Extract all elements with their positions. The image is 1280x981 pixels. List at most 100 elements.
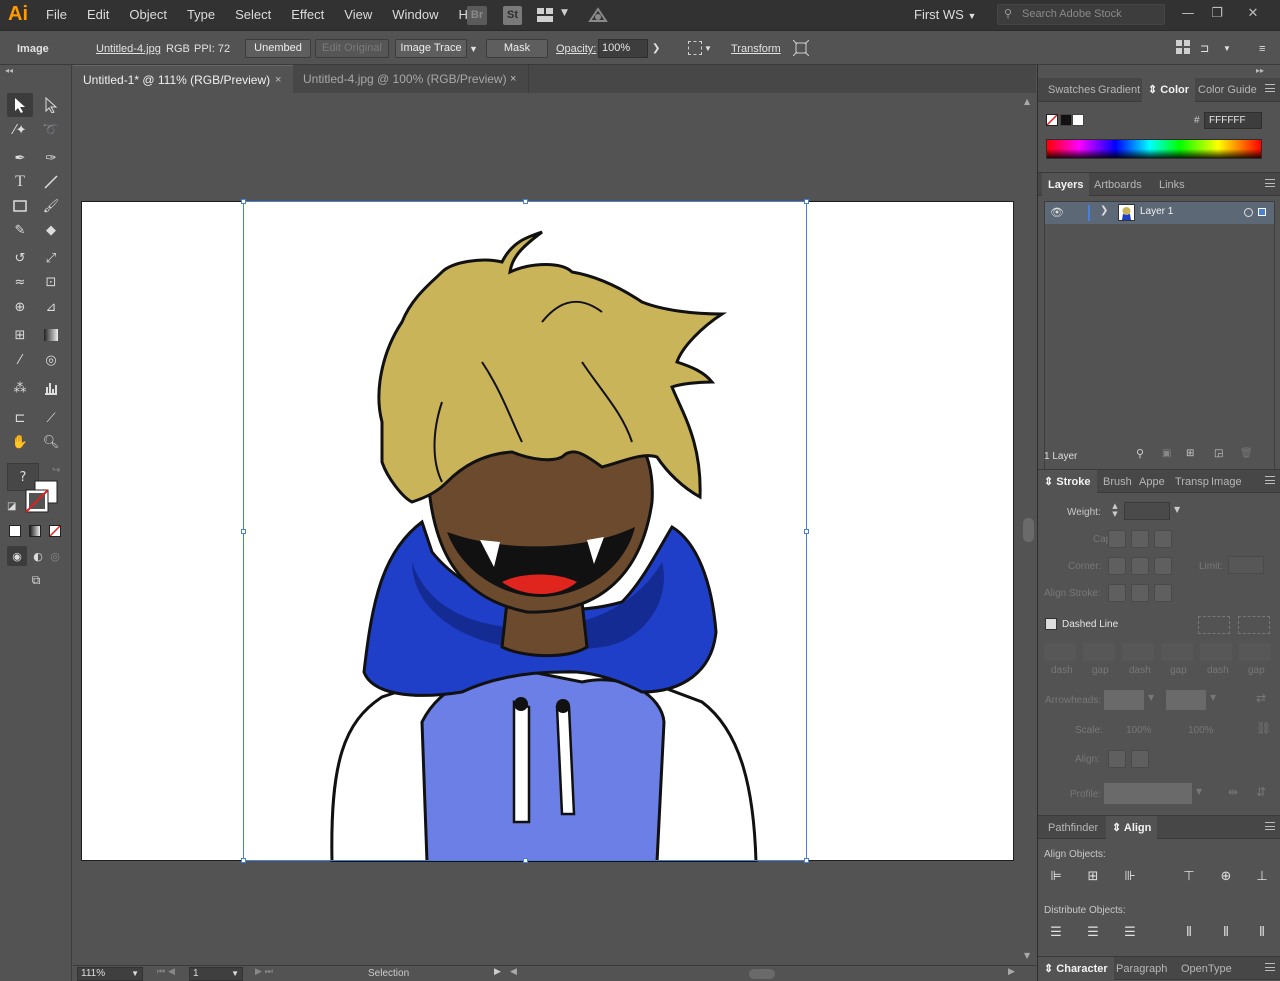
tab-brushes[interactable]: Brush — [1103, 470, 1132, 494]
limit-input[interactable] — [1228, 556, 1264, 574]
lasso-tool-icon[interactable]: ➰ — [38, 118, 64, 142]
selection-bounding-box[interactable] — [241, 199, 809, 863]
gap-input[interactable] — [1083, 643, 1115, 661]
menu-file[interactable]: File — [36, 0, 77, 30]
round-cap-button[interactable] — [1131, 530, 1149, 548]
black-swatch[interactable] — [1060, 114, 1072, 126]
swap-arrowheads-icon[interactable]: ⇄ — [1256, 691, 1266, 705]
status-menu-icon[interactable]: ▶ — [494, 967, 501, 977]
resize-handle[interactable] — [804, 858, 809, 863]
start-scale-value[interactable]: 100% — [1126, 725, 1152, 736]
tab-untitled-1[interactable]: Untitled-1* @ 111% (RGB/Preview) × — [73, 65, 293, 93]
hex-input[interactable]: FFFFFF — [1204, 112, 1262, 129]
white-swatch[interactable] — [1072, 114, 1084, 126]
tab-image[interactable]: Image — [1211, 470, 1242, 494]
scroll-left-icon[interactable]: ◀ — [510, 967, 517, 977]
dash-input[interactable] — [1200, 643, 1232, 661]
mask-button[interactable]: Mask — [486, 39, 548, 58]
control-bar-menu-icon[interactable]: ≡ — [1259, 40, 1265, 58]
color-spectrum[interactable] — [1046, 139, 1262, 159]
layer-name[interactable]: Layer 1 — [1140, 206, 1173, 217]
swap-colors-icon[interactable]: ↪ — [52, 465, 60, 476]
expand-panels-icon[interactable]: ▸▸ — [1256, 66, 1264, 75]
align-stroke-inside-button[interactable] — [1131, 584, 1149, 602]
paintbrush-tool-icon[interactable]: 🖌 — [38, 194, 64, 218]
scroll-thumb[interactable] — [1023, 518, 1034, 542]
weight-input[interactable] — [1124, 502, 1170, 520]
resize-handle[interactable] — [523, 199, 528, 204]
isolate-object-icon[interactable] — [792, 39, 810, 59]
dashed-line-checkbox[interactable] — [1045, 618, 1057, 630]
resize-handle[interactable] — [241, 529, 246, 534]
align-stroke-center-button[interactable] — [1108, 584, 1126, 602]
tab-color-guide[interactable]: Color Guide — [1198, 78, 1257, 102]
panel-menu-icon[interactable] — [1265, 963, 1275, 971]
canvas[interactable] — [73, 93, 1021, 965]
eraser-tool-icon[interactable]: ◆ — [38, 218, 64, 242]
linked-file-link[interactable]: Untitled-4.jpg — [96, 40, 161, 58]
pen-tool-icon[interactable]: ✒ — [7, 146, 33, 170]
miter-join-button[interactable] — [1108, 557, 1126, 575]
distribute-right-icon[interactable]: ⫴ — [1253, 924, 1271, 942]
panel-menu-icon[interactable] — [1265, 822, 1275, 830]
round-join-button[interactable] — [1131, 557, 1149, 575]
selection-tool-icon[interactable] — [7, 93, 33, 117]
distribute-horizontal-center-icon[interactable]: ⫴ — [1217, 924, 1235, 942]
close-window-button[interactable]: ✕ — [1238, 0, 1268, 30]
stock-button[interactable]: St — [503, 6, 522, 25]
tab-artboards[interactable]: Artboards — [1094, 173, 1142, 197]
vertical-scrollbar[interactable]: ▲ ▼ — [1021, 93, 1036, 965]
gradient-mode-icon[interactable] — [29, 525, 41, 537]
chevron-down-icon[interactable]: ▼ — [1210, 693, 1216, 702]
width-tool-icon[interactable]: ≈ — [7, 270, 33, 294]
visibility-eye-icon[interactable]: 👁︎ — [1050, 206, 1064, 219]
collapse-toolbox-icon[interactable]: ◂◂ — [5, 66, 13, 75]
tab-opentype[interactable]: OpenType — [1181, 957, 1232, 981]
menu-effect[interactable]: Effect — [281, 0, 334, 30]
menu-object[interactable]: Object — [119, 0, 177, 30]
weight-stepper[interactable]: ▲ ▼ — [1108, 502, 1122, 520]
artboard-number-select[interactable]: 1 ▼ — [189, 967, 243, 981]
horizontal-scroll-thumb[interactable] — [749, 969, 775, 979]
direct-selection-tool-icon[interactable] — [38, 93, 64, 117]
free-transform-tool-icon[interactable]: ⊡ — [38, 270, 64, 294]
align-options-icon[interactable]: ⊐ — [1200, 40, 1209, 58]
resize-handle[interactable] — [523, 858, 528, 863]
opacity-arrow-button[interactable]: ❯ — [652, 40, 660, 58]
delete-layer-icon[interactable]: 🗑︎ — [1240, 448, 1253, 459]
tab-color[interactable]: ⇕ Color — [1142, 78, 1196, 102]
panel-menu-icon[interactable] — [1265, 84, 1275, 92]
shaper-tool-icon[interactable]: ✎ — [7, 218, 33, 242]
start-arrowhead-select[interactable] — [1104, 690, 1144, 710]
align-horizontal-center-icon[interactable]: ⊞ — [1084, 868, 1102, 886]
link-scale-icon[interactable]: ⛓ — [1256, 721, 1271, 735]
align-dash-button[interactable] — [1238, 616, 1270, 634]
preserve-dash-button[interactable] — [1198, 616, 1230, 634]
arrow-tip-extend-button[interactable] — [1108, 750, 1126, 768]
dash-input[interactable] — [1122, 643, 1154, 661]
align-bottom-icon[interactable]: ⊥ — [1253, 868, 1271, 886]
close-tab-icon[interactable]: × — [275, 66, 281, 94]
gap-input[interactable] — [1161, 643, 1193, 661]
distribute-left-icon[interactable]: ⫴ — [1180, 924, 1198, 942]
arrow-tip-place-button[interactable] — [1131, 750, 1149, 768]
scroll-down-icon[interactable]: ▼ — [1024, 951, 1030, 960]
distribute-vertical-center-icon[interactable]: ☰ — [1084, 924, 1102, 942]
resize-handle[interactable] — [241, 858, 246, 863]
blend-tool-icon[interactable]: ◎ — [38, 348, 64, 372]
fill-stroke-swatch[interactable] — [25, 479, 59, 513]
selected-art-indicator[interactable] — [1258, 208, 1266, 216]
scroll-right-icon[interactable]: ▶ — [1008, 967, 1015, 977]
last-artboard-icon[interactable]: ▶ ⏭ — [255, 967, 273, 977]
arrange-icon[interactable] — [1176, 40, 1190, 57]
gradient-tool-icon[interactable] — [38, 323, 64, 347]
align-left-icon[interactable]: ⊫ — [1047, 868, 1065, 886]
gpu-performance-icon[interactable] — [588, 7, 608, 26]
scale-tool-icon[interactable]: ⤢ — [38, 246, 64, 270]
color-mode-icon[interactable] — [9, 525, 21, 537]
column-graph-tool-icon[interactable] — [38, 376, 64, 400]
resize-handle[interactable] — [241, 199, 246, 204]
workspace-switcher[interactable]: First WS ▼ — [914, 0, 976, 30]
zoom-tool-icon[interactable]: 🔍︎ — [38, 430, 64, 454]
profile-select[interactable] — [1104, 783, 1192, 804]
